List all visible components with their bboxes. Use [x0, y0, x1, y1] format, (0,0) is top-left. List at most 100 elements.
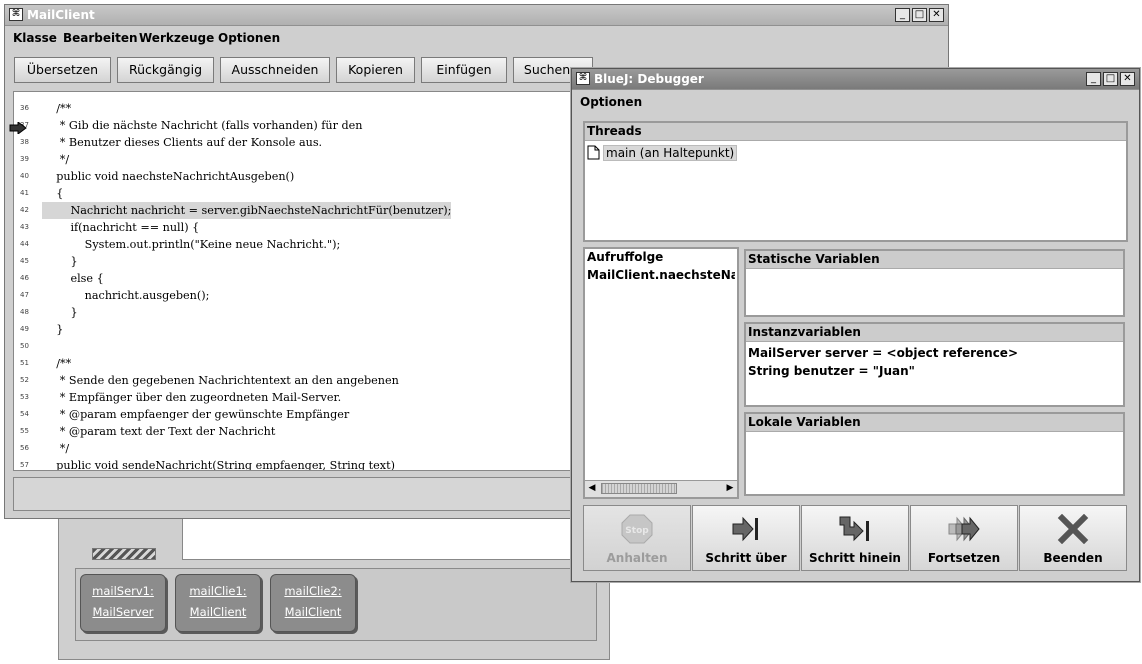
scroll-left-icon[interactable]: ◀ — [585, 481, 599, 496]
cut-button[interactable]: Ausschneiden — [220, 57, 330, 83]
step-into-button[interactable]: Schritt hinein — [801, 505, 909, 571]
minimize-icon[interactable]: _ — [1086, 72, 1101, 86]
debugger-titlebar[interactable]: ⌘ BlueJ: Debugger _ □ ✕ — [572, 69, 1139, 90]
code-line[interactable]: 55 * @param text der Text der Nachricht — [14, 423, 577, 440]
code-text: public void sendeNachricht(String empfae… — [42, 459, 395, 471]
continue-icon — [948, 516, 980, 542]
code-text: */ — [42, 153, 70, 166]
callstack-header: Aufruffolge — [585, 249, 737, 266]
line-number: 50 — [20, 342, 29, 350]
code-line[interactable]: 40 public void naechsteNachrichtAusgeben… — [14, 168, 577, 185]
line-number: 45 — [20, 257, 29, 265]
line-number: 40 — [20, 172, 29, 180]
thread-label: main (an Haltepunkt) — [603, 144, 738, 161]
code-text: /** — [42, 357, 72, 370]
compile-button[interactable]: Übersetzen — [14, 57, 111, 83]
undo-button[interactable]: Rückgängig — [117, 57, 214, 83]
object-mailserv1[interactable]: mailServ1: MailServer — [80, 574, 166, 632]
threads-header: Threads — [585, 123, 1126, 141]
code-text: * @param text der Text der Nachricht — [42, 425, 276, 438]
breakpoint-arrow-icon — [9, 122, 27, 134]
continue-button[interactable]: Fortsetzen — [910, 505, 1018, 571]
thread-item[interactable]: main (an Haltepunkt) — [587, 144, 738, 161]
line-number: 42 — [20, 206, 29, 214]
maximize-icon[interactable]: □ — [912, 8, 927, 22]
paste-button[interactable]: Einfügen — [421, 57, 507, 83]
line-number: 44 — [20, 240, 29, 248]
code-line[interactable]: 39 */ — [14, 151, 577, 168]
halt-button: Stop Anhalten — [583, 505, 691, 571]
code-text: if(nachricht == null) { — [42, 221, 200, 234]
line-number: 39 — [20, 155, 29, 163]
status-message-area — [13, 477, 583, 511]
menu-optionen[interactable]: Optionen — [218, 31, 280, 45]
debugger-menu-optionen[interactable]: Optionen — [580, 95, 642, 109]
code-text: public void naechsteNachrichtAusgeben() — [42, 170, 295, 183]
object-bench: mailServ1: MailServer mailClie1: MailCli… — [75, 568, 597, 641]
minimize-icon[interactable]: _ — [895, 8, 910, 22]
line-number: 36 — [20, 104, 29, 112]
terminate-label: Beenden — [1043, 551, 1103, 565]
instance-var-item[interactable]: MailServer server = <object reference> — [748, 344, 1121, 362]
close-icon[interactable]: ✕ — [1120, 72, 1135, 86]
code-line[interactable]: 42 Nachricht nachricht = server.gibNaech… — [14, 202, 577, 219]
menu-werkzeuge[interactable]: Werkzeuge — [139, 31, 214, 45]
threads-pane: Threads main (an Haltepunkt) — [583, 121, 1128, 242]
line-number: 53 — [20, 393, 29, 401]
source-editor[interactable]: 36 /** 37 * Gib die nächste Nachricht (fa… — [13, 91, 578, 471]
code-text: else { — [42, 272, 104, 285]
instance-vars-pane: Instanzvariablen MailServer server = <ob… — [744, 322, 1125, 407]
code-line[interactable]: 46 else { — [14, 270, 577, 287]
code-text: nachricht.ausgeben(); — [42, 289, 210, 302]
code-text: * Benutzer dieses Clients auf der Konsol… — [42, 136, 323, 149]
scroll-right-icon[interactable]: ▶ — [723, 481, 737, 496]
instance-var-item[interactable]: String benutzer = "Juan" — [748, 362, 1121, 380]
local-vars-pane: Lokale Variablen — [744, 412, 1125, 496]
code-text: } — [42, 255, 78, 268]
code-line[interactable]: 53 * Empfänger über den zugeordneten Mai… — [14, 389, 577, 406]
code-line[interactable]: 56 */ — [14, 440, 577, 457]
code-line[interactable]: 50 — [14, 338, 577, 355]
menu-klasse[interactable]: Klasse — [13, 31, 57, 45]
object-class: MailClient — [284, 605, 342, 619]
terminate-button[interactable]: Beenden — [1019, 505, 1127, 571]
line-number: 47 — [20, 291, 29, 299]
object-name: mailClie1: — [189, 584, 247, 598]
code-line[interactable]: 44 System.out.println("Keine neue Nachri… — [14, 236, 577, 253]
code-line[interactable]: 51 /** — [14, 355, 577, 372]
code-line[interactable]: 36 /** — [14, 100, 577, 117]
step-into-icon — [839, 516, 869, 542]
code-line[interactable]: 49 } — [14, 321, 577, 338]
code-line[interactable]: 54 * @param empfaenger der gewünschte Em… — [14, 406, 577, 423]
code-line[interactable]: 52 * Sende den gegebenen Nachrichtentext… — [14, 372, 577, 389]
line-number: 51 — [20, 359, 29, 367]
svg-text:Stop: Stop — [625, 526, 649, 536]
static-vars-pane: Statische Variablen — [744, 249, 1125, 317]
code-text: * @param empfaenger der gewünschte Empfä… — [42, 408, 350, 421]
copy-button[interactable]: Kopieren — [336, 57, 415, 83]
code-line[interactable]: 45 } — [14, 253, 577, 270]
code-line[interactable]: 57 public void sendeNachricht(String emp… — [14, 457, 577, 471]
bluej-app-icon: ⌘ — [576, 72, 590, 85]
code-line[interactable]: 43 if(nachricht == null) { — [14, 219, 577, 236]
code-line[interactable]: 37 * Gib die nächste Nachricht (falls vo… — [14, 117, 577, 134]
editor-titlebar[interactable]: ⌘ MailClient _ □ ✕ — [5, 5, 948, 26]
code-line[interactable]: 38 * Benutzer dieses Clients auf der Kon… — [14, 134, 577, 151]
code-line[interactable]: 47 nachricht.ausgeben(); — [14, 287, 577, 304]
code-line[interactable]: 41 { — [14, 185, 577, 202]
terminate-x-icon — [1057, 514, 1089, 544]
menu-bearbeiten[interactable]: Bearbeiten — [63, 31, 138, 45]
object-mailclie2[interactable]: mailClie2: MailClient — [270, 574, 356, 632]
object-mailclie1[interactable]: mailClie1: MailClient — [175, 574, 261, 632]
code-text: /** — [42, 102, 72, 115]
callstack-scrollbar[interactable]: ◀ ▶ — [585, 480, 737, 497]
line-number: 49 — [20, 325, 29, 333]
code-text: Nachricht nachricht = server.gibNaechste… — [42, 202, 452, 219]
close-icon[interactable]: ✕ — [929, 8, 944, 22]
step-into-label: Schritt hinein — [809, 551, 901, 565]
step-button[interactable]: Schritt über — [692, 505, 800, 571]
maximize-icon[interactable]: □ — [1103, 72, 1118, 86]
callstack-item[interactable]: MailClient.naechsteNachrich — [587, 266, 735, 284]
scroll-thumb[interactable] — [601, 483, 677, 494]
code-line[interactable]: 48 } — [14, 304, 577, 321]
